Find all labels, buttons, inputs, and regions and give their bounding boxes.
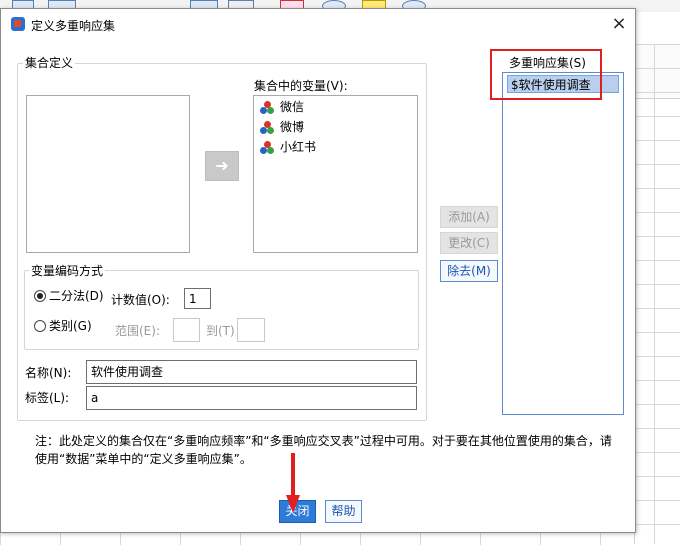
red-highlight-box xyxy=(490,49,602,100)
variable-name: 微信 xyxy=(280,100,305,114)
counted-value-label: 计数值(O): xyxy=(111,293,170,307)
move-variable-arrow-button[interactable]: ➜ xyxy=(205,151,239,181)
set-name-input[interactable]: 软件使用调查 xyxy=(86,360,417,384)
set-label-label: 标签(L): xyxy=(25,391,70,405)
nominal-variable-icon xyxy=(260,141,274,154)
counted-value-input[interactable]: 1 xyxy=(184,288,211,309)
note-text: 注：此处定义的集合仅在“多重响应频率”和“多重响应交叉表”过程中可用。对于要在其… xyxy=(35,434,612,466)
range-to-label: 到(T) xyxy=(206,324,235,338)
close-icon[interactable]: × xyxy=(607,12,631,36)
change-button[interactable]: 更改(C) xyxy=(440,232,498,254)
add-button[interactable]: 添加(A) xyxy=(440,206,498,228)
range-to-input[interactable] xyxy=(237,318,265,342)
variables-in-set-label: 集合中的变量(V): xyxy=(254,79,348,93)
help-button[interactable]: 帮助 xyxy=(325,500,362,523)
set-definition-label: 集合定义 xyxy=(23,54,76,71)
variable-name: 微博 xyxy=(280,120,305,134)
multiple-response-sets-list[interactable] xyxy=(502,72,624,415)
red-arrow-annotation xyxy=(286,453,300,513)
remove-button[interactable]: 除去(M) xyxy=(440,260,498,282)
dialog-titlebar[interactable]: 定义多重响应集 × xyxy=(1,9,635,39)
define-multiple-response-sets-dialog: 定义多重响应集 × 集合定义 ➜ 集合中的变量(V): 微信 微博 小红书 变量… xyxy=(0,8,636,533)
category-radio[interactable] xyxy=(34,320,46,332)
dialog-title: 定义多重响应集 xyxy=(31,19,116,33)
range-label: 范围(E): xyxy=(115,324,160,338)
set-name-label: 名称(N): xyxy=(25,366,72,380)
source-variable-list[interactable] xyxy=(26,95,190,253)
background-grid-divider xyxy=(654,44,655,544)
set-label-input[interactable]: a xyxy=(86,386,417,410)
variable-coding-label: 变量编码方式 xyxy=(29,262,106,279)
dichotomy-label[interactable]: 二分法(D) xyxy=(49,287,104,304)
range-from-input[interactable] xyxy=(173,318,200,342)
variable-name: 小红书 xyxy=(280,140,317,154)
nominal-variable-icon xyxy=(260,121,274,134)
app-icon xyxy=(11,17,25,31)
background-grid-bottom xyxy=(0,531,634,545)
nominal-variable-icon xyxy=(260,101,274,114)
background-spreadsheet-grid xyxy=(634,44,680,544)
list-item[interactable]: 微信 xyxy=(260,98,304,116)
dichotomy-radio[interactable] xyxy=(34,290,46,302)
category-label[interactable]: 类别(G) xyxy=(49,317,92,334)
variables-in-set-list[interactable]: 微信 微博 小红书 xyxy=(253,95,418,253)
list-item[interactable]: 微博 xyxy=(260,118,304,136)
list-item[interactable]: 小红书 xyxy=(260,138,316,156)
